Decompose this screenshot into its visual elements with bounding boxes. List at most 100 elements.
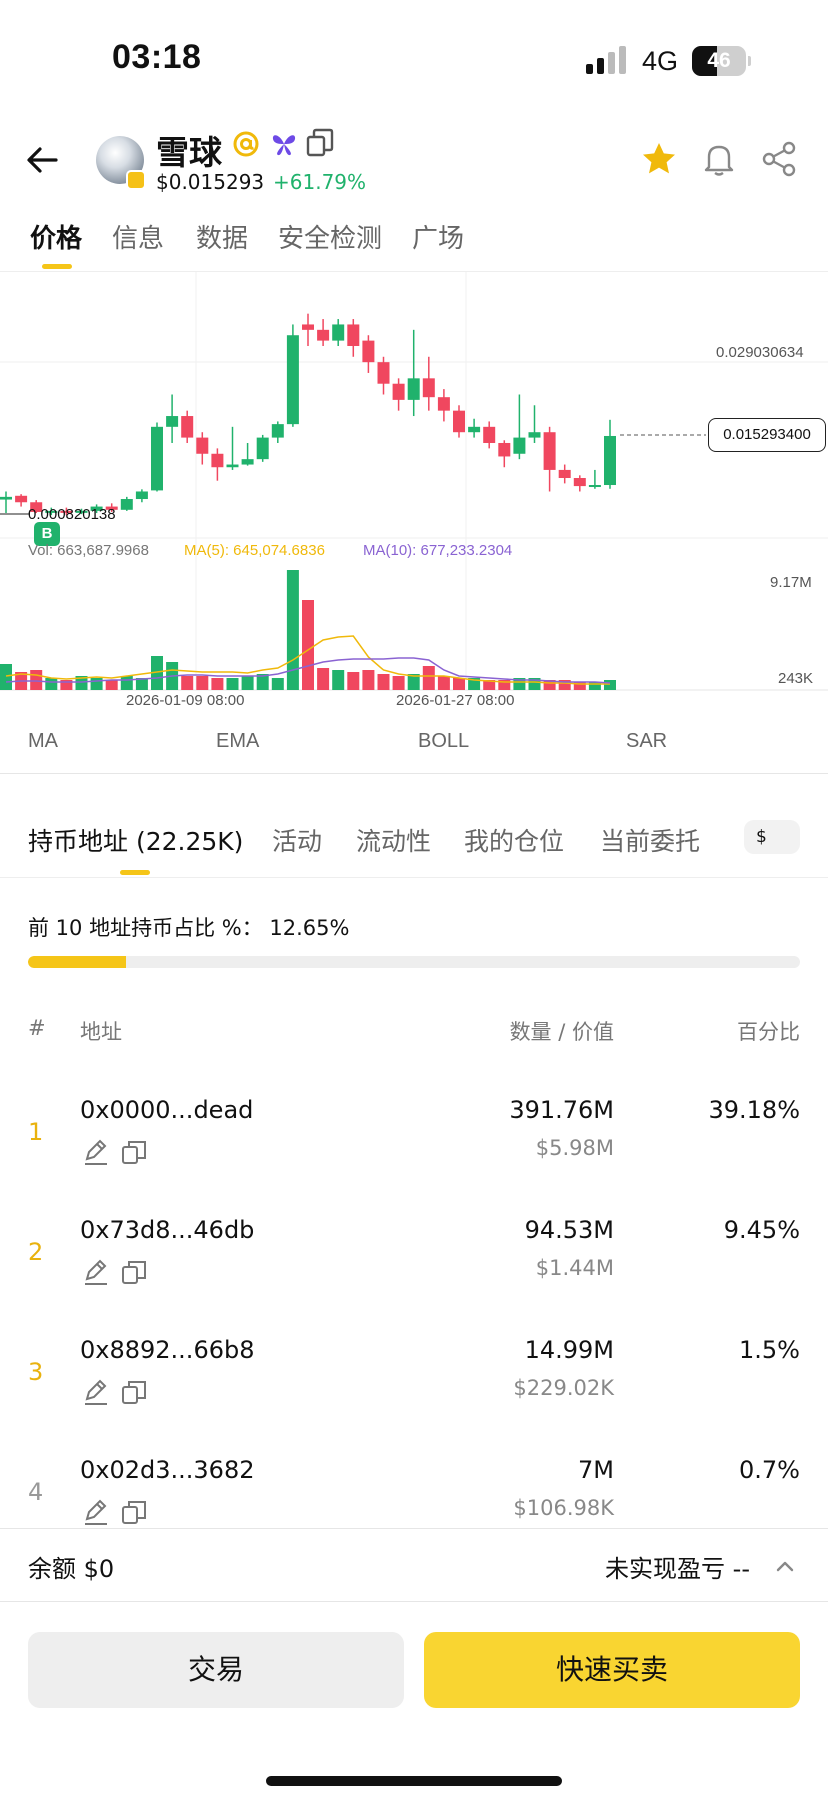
share-icon[interactable] <box>760 140 798 178</box>
price-chart[interactable]: 0.029030634 0.015293400 0.000820138 B Vo… <box>0 272 828 712</box>
candle-body <box>588 485 601 488</box>
edit-pencil-icon[interactable] <box>82 1378 110 1406</box>
candle-body <box>528 432 541 438</box>
volume-bar <box>317 668 330 690</box>
volume-bar <box>105 680 118 690</box>
copy-icon[interactable] <box>120 1498 148 1526</box>
unrealized-pnl-label: 未实现盈亏 -- <box>605 1555 750 1583</box>
indicator-sar[interactable]: SAR <box>626 730 667 753</box>
indicator-ema[interactable]: EMA <box>216 730 259 753</box>
holder-amount: 391.76M <box>509 1096 614 1124</box>
balance-bar[interactable]: 余额 $0 未实现盈亏 -- <box>0 1528 828 1602</box>
tab-square[interactable]: 广场 <box>412 218 464 255</box>
candle-body <box>256 437 269 460</box>
tab-open-orders[interactable]: 当前委托 <box>600 822 700 858</box>
copy-icon[interactable] <box>306 128 334 158</box>
holder-percent: 39.18% <box>708 1096 800 1124</box>
date-label: 2026-01-09 08:00 <box>126 692 245 709</box>
candle-body <box>604 435 616 486</box>
holder-percent: 1.5% <box>739 1336 800 1364</box>
candle-body <box>302 324 314 330</box>
back-arrow-icon[interactable] <box>22 140 62 180</box>
tab-my-position[interactable]: 我的仓位 <box>464 822 564 858</box>
table-row[interactable]: 1 0x0000...dead 391.76M $5.98M 39.18% <box>0 1078 828 1198</box>
bell-icon[interactable] <box>700 140 738 178</box>
token-change: +61.79% <box>273 170 367 194</box>
tab-info[interactable]: 信息 <box>112 218 164 255</box>
tab-holders[interactable]: 持币地址 (22.25K) <box>28 822 243 858</box>
status-bar: 03:18 4G 46 <box>0 0 828 110</box>
indicator-row: MA EMA BOLL SAR <box>0 712 828 774</box>
col-amount-value: 数量 / 价值 <box>509 1020 614 1044</box>
candle-body <box>181 416 194 438</box>
holder-address[interactable]: 0x0000...dead <box>80 1096 253 1124</box>
candle-body <box>15 495 28 503</box>
holder-address[interactable]: 0x8892...66b8 <box>80 1336 254 1364</box>
candle-body <box>468 426 481 433</box>
status-time: 03:18 <box>112 38 202 76</box>
candle-body <box>483 426 496 443</box>
holder-address[interactable]: 0x02d3...3682 <box>80 1456 254 1484</box>
col-address: 地址 <box>80 1020 122 1044</box>
at-icon[interactable] <box>232 130 260 158</box>
active-subtab-indicator <box>120 870 150 875</box>
chevron-up-icon[interactable] <box>774 1555 796 1577</box>
battery-level: 46 <box>707 49 731 72</box>
indicator-ma[interactable]: MA <box>28 730 58 753</box>
volume-bar <box>604 680 616 690</box>
volume-bar <box>90 678 103 690</box>
currency-toggle[interactable]: $ <box>744 820 800 854</box>
candle-body <box>317 329 330 341</box>
tab-price[interactable]: 价格 <box>30 218 82 255</box>
tab-security[interactable]: 安全检测 <box>278 218 382 255</box>
copy-icon[interactable] <box>120 1258 148 1286</box>
candle-body <box>196 437 209 454</box>
candle-body <box>332 324 345 341</box>
edit-pencil-icon[interactable] <box>82 1138 110 1166</box>
tab-data[interactable]: 数据 <box>196 218 248 255</box>
butterfly-icon[interactable] <box>270 130 298 158</box>
ma5-label: MA(5): 645,074.6836 <box>184 542 325 559</box>
volume-bar <box>0 664 12 690</box>
volume-bar <box>286 570 299 690</box>
candle-body <box>0 496 12 500</box>
indicator-boll[interactable]: BOLL <box>418 730 469 753</box>
copy-icon[interactable] <box>120 1138 148 1166</box>
low-price-label: 0.000820138 <box>28 506 116 523</box>
table-row[interactable]: 3 0x8892...66b8 14.99M $229.02K 1.5% <box>0 1318 828 1438</box>
signal-icon <box>586 46 626 74</box>
candle-body <box>347 324 360 347</box>
token-name: 雪球 <box>156 133 222 172</box>
volume-bar <box>377 674 390 690</box>
candle-body <box>211 453 224 468</box>
tab-activity[interactable]: 活动 <box>272 822 322 858</box>
candle-body <box>241 459 254 465</box>
trade-button[interactable]: 交易 <box>28 1632 404 1708</box>
balance-label: 余额 $0 <box>28 1555 115 1583</box>
volume-bar <box>181 676 194 690</box>
volume-bar <box>392 676 405 690</box>
quick-trade-button[interactable]: 快速买卖 <box>424 1632 800 1708</box>
tab-liquidity[interactable]: 流动性 <box>356 822 431 858</box>
candle-body <box>513 437 526 454</box>
holder-address[interactable]: 0x73d8...46db <box>80 1216 254 1244</box>
rank: 4 <box>28 1478 44 1506</box>
candle-body <box>271 424 284 438</box>
favorite-star-icon[interactable] <box>640 140 678 178</box>
chain-badge-icon <box>126 170 146 190</box>
price-high-label: 0.029030634 <box>716 344 804 361</box>
volume-bar <box>241 676 254 690</box>
holder-value: $106.98K <box>513 1496 614 1520</box>
candle-body <box>407 378 420 400</box>
volume-bar <box>347 672 360 690</box>
edit-pencil-icon[interactable] <box>82 1498 110 1526</box>
copy-icon[interactable] <box>120 1378 148 1406</box>
candle-body <box>392 383 405 400</box>
volume-bar <box>30 670 43 690</box>
holder-value: $1.44M <box>535 1256 614 1280</box>
edit-pencil-icon[interactable] <box>82 1258 110 1286</box>
ma10-label: MA(10): 677,233.2304 <box>363 542 513 559</box>
volume-bar <box>453 678 465 690</box>
table-row[interactable]: 2 0x73d8...46db 94.53M $1.44M 9.45% <box>0 1198 828 1318</box>
candle-body <box>573 478 586 487</box>
